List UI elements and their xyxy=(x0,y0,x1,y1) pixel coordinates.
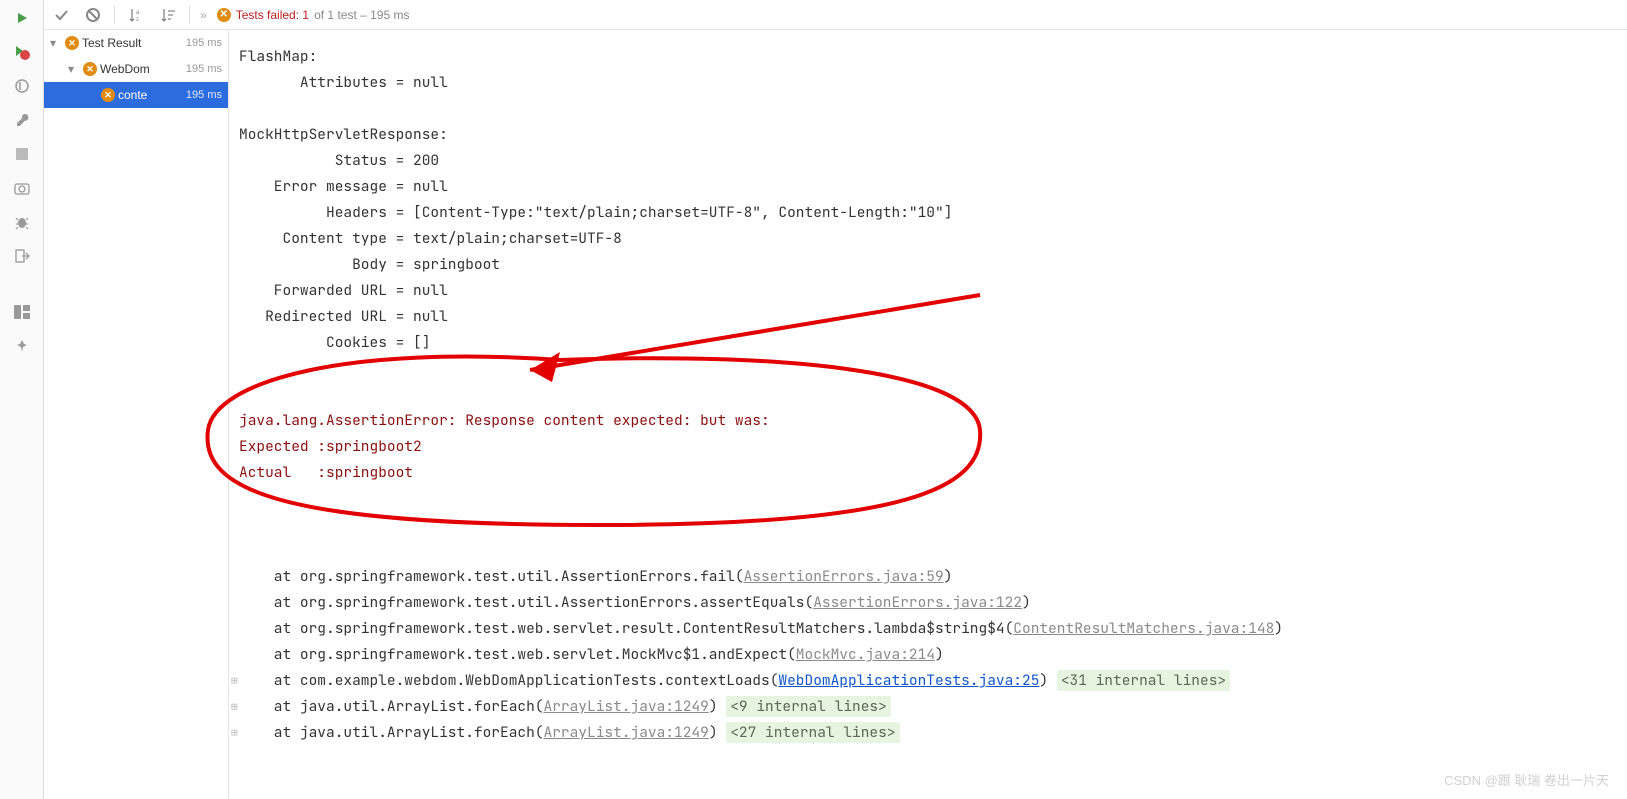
tree-label: WebDom xyxy=(100,62,183,76)
stack-link[interactable]: MockMvc.java:214 xyxy=(796,645,935,664)
test-tree[interactable]: ▾✕Test Result195 ms▾✕WebDom195 ms✕conte1… xyxy=(44,30,229,799)
error-badge-icon: ✕ xyxy=(217,8,231,22)
fold-icon[interactable]: ⊞ xyxy=(231,720,238,746)
camera-icon[interactable] xyxy=(12,178,32,198)
rerun-failed-icon[interactable] xyxy=(12,42,32,62)
stop-icon[interactable] xyxy=(12,144,32,164)
tree-duration: 195 ms xyxy=(186,89,228,101)
stack-link[interactable]: AssertionErrors.java:122 xyxy=(813,593,1022,612)
twist-icon[interactable]: ▾ xyxy=(68,62,80,76)
svg-text:z: z xyxy=(136,17,139,23)
chevron-right-icon: » xyxy=(200,8,207,22)
sort-alpha-icon[interactable]: az xyxy=(125,4,147,26)
show-ignored-icon[interactable] xyxy=(82,4,104,26)
twist-icon[interactable]: ▾ xyxy=(50,36,62,50)
show-passed-icon[interactable] xyxy=(50,4,72,26)
stack-link[interactable]: WebDomApplicationTests.java:25 xyxy=(778,671,1039,690)
internal-lines[interactable]: <27 internal lines> xyxy=(726,722,899,743)
status-fail-text: Tests failed: 1 xyxy=(236,8,309,22)
wrench-icon[interactable] xyxy=(12,110,32,130)
tree-row[interactable]: ✕conte195 ms xyxy=(44,82,228,108)
run-toolbar: az » ✕ Tests failed: 1 of 1 test – 195 m… xyxy=(44,0,1627,30)
pin-icon[interactable] xyxy=(12,336,32,356)
tree-row[interactable]: ▾✕WebDom195 ms xyxy=(44,56,228,82)
actual-line: Actual :springboot xyxy=(239,463,413,482)
sort-duration-icon[interactable] xyxy=(157,4,179,26)
error-badge-icon: ✕ xyxy=(83,62,97,76)
assertion-error: java.lang.AssertionError: Response conte… xyxy=(239,411,770,430)
fold-icon[interactable]: ⊞ xyxy=(231,668,238,694)
layout-icon[interactable] xyxy=(12,302,32,322)
watermark: CSDN @跟 耿瑞 卷出一片天 xyxy=(1444,770,1609,789)
internal-lines[interactable]: <31 internal lines> xyxy=(1057,670,1230,691)
svg-text:a: a xyxy=(136,10,140,16)
bug-icon[interactable] xyxy=(12,212,32,232)
tree-duration: 195 ms xyxy=(186,37,228,49)
exit-icon[interactable] xyxy=(12,246,32,266)
left-tool-strip xyxy=(0,0,44,799)
separator xyxy=(189,6,190,24)
error-badge-icon: ✕ xyxy=(65,36,79,50)
error-badge-icon: ✕ xyxy=(101,88,115,102)
toggle-auto-test-icon[interactable] xyxy=(12,76,32,96)
tree-duration: 195 ms xyxy=(186,63,228,75)
console-output[interactable]: FlashMap: Attributes = null MockHttpServ… xyxy=(229,30,1627,799)
stack-link[interactable]: AssertionErrors.java:59 xyxy=(744,567,944,586)
status-suffix: of 1 test – 195 ms xyxy=(314,8,409,22)
tree-label: conte xyxy=(118,88,183,102)
run-icon[interactable] xyxy=(12,8,32,28)
stack-link[interactable]: ArrayList.java:1249 xyxy=(544,723,709,742)
fold-icon[interactable]: ⊞ xyxy=(231,694,238,720)
expected-line: Expected :springboot2 xyxy=(239,437,422,456)
tree-label: Test Result xyxy=(82,36,183,50)
stack-link[interactable]: ArrayList.java:1249 xyxy=(544,697,709,716)
internal-lines[interactable]: <9 internal lines> xyxy=(726,696,891,717)
stack-link[interactable]: ContentResultMatchers.java:148 xyxy=(1013,619,1274,638)
separator xyxy=(114,6,115,24)
test-status: ✕ Tests failed: 1 of 1 test – 195 ms xyxy=(217,8,410,22)
tree-row[interactable]: ▾✕Test Result195 ms xyxy=(44,30,228,56)
